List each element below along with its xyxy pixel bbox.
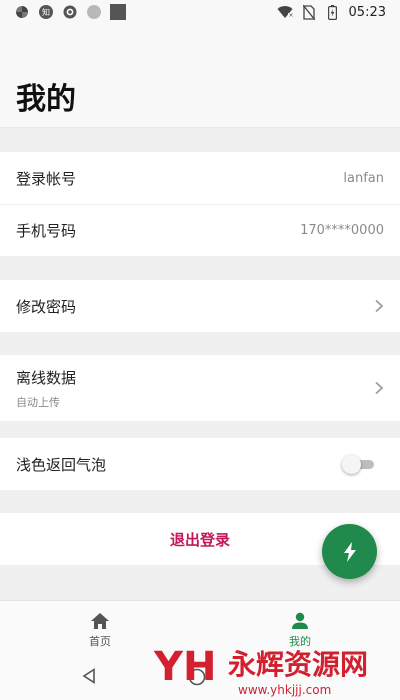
home-icon — [91, 613, 109, 629]
toggle-thumb — [342, 455, 361, 474]
phone-number-row: 手机号码 170****0000 — [0, 204, 400, 256]
change-password-row[interactable]: 修改密码 — [0, 280, 400, 332]
status-system: × 05:23 — [277, 4, 386, 20]
no-sim-icon — [301, 4, 317, 20]
offline-data-card: 离线数据 自动上传 — [0, 355, 400, 421]
gray-circle-icon — [87, 5, 101, 19]
person-icon — [292, 612, 308, 629]
square-icon — [110, 4, 126, 20]
light-bubble-label: 浅色返回气泡 — [16, 455, 107, 474]
phone-number-label: 手机号码 — [16, 222, 77, 240]
light-bubble-toggle[interactable] — [342, 454, 374, 474]
offline-data-subtitle: 自动上传 — [16, 395, 60, 409]
offline-data-label: 离线数据 — [16, 368, 77, 387]
change-password-card: 修改密码 — [0, 280, 400, 332]
status-notifications: 知 — [14, 4, 126, 20]
login-account-value: lanfan — [343, 170, 384, 186]
svg-text:×: × — [288, 12, 293, 19]
watermark-url: www.yhkjjj.com — [238, 683, 331, 697]
phone-number-value: 170****0000 — [300, 223, 384, 238]
page-header: 我的 — [0, 24, 400, 128]
lightning-icon — [343, 541, 356, 562]
battery-charging-icon — [325, 4, 341, 20]
zhihu-icon: 知 — [39, 5, 53, 19]
logout-label: 退出登录 — [169, 530, 230, 549]
watermark-text: 永辉资源网 — [228, 648, 368, 681]
change-password-label: 修改密码 — [16, 297, 77, 316]
pinwheel-icon — [14, 4, 30, 20]
chevron-right-icon — [375, 381, 384, 395]
login-account-row: 登录帐号 lanfan — [0, 152, 400, 204]
nav-label-home: 首页 — [89, 635, 111, 648]
svg-text:YH: YH — [153, 644, 216, 690]
status-bar: 知 × 05:23 — [0, 0, 400, 24]
chevron-right-icon — [375, 299, 384, 313]
status-time: 05:23 — [348, 4, 386, 20]
page-title: 我的 — [16, 82, 76, 117]
offline-data-row[interactable]: 离线数据 自动上传 — [0, 355, 400, 421]
wifi-icon: × — [277, 4, 293, 20]
login-account-label: 登录帐号 — [16, 169, 77, 188]
quick-action-fab[interactable] — [322, 524, 377, 579]
light-bubble-row: 浅色返回气泡 — [0, 438, 400, 490]
watermark-logo: YH 永辉资源网 www.yhkjjj.com — [153, 644, 368, 697]
back-icon[interactable] — [82, 668, 96, 684]
light-bubble-card: 浅色返回气泡 — [0, 438, 400, 490]
app-icon — [62, 4, 78, 20]
account-card: 登录帐号 lanfan 手机号码 170****0000 — [0, 152, 400, 256]
